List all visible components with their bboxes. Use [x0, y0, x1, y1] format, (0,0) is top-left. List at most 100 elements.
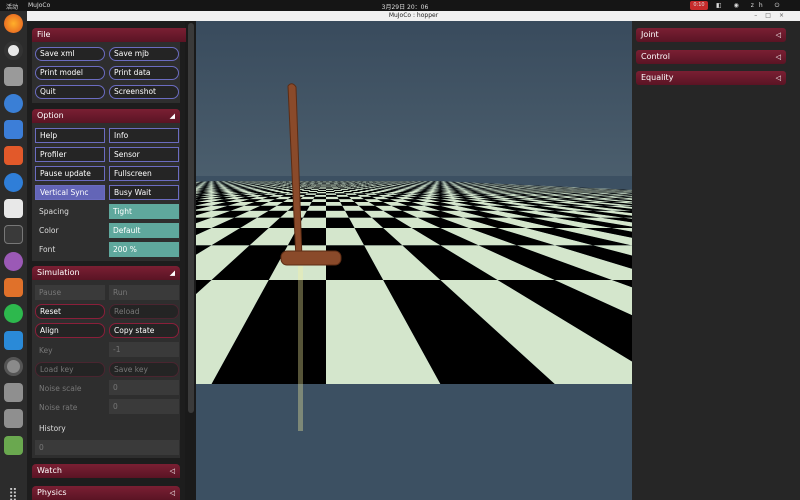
copy-state-button[interactable]: Copy state: [109, 323, 179, 338]
save-key-button[interactable]: Save key: [109, 362, 179, 377]
watch-section-title: Watch: [37, 466, 62, 475]
close-icon[interactable]: ×: [779, 12, 792, 19]
align-button[interactable]: Align: [35, 323, 105, 338]
floor-tile: [326, 189, 335, 191]
simulation-section-title: Simulation: [37, 268, 80, 277]
sensor-toggle[interactable]: Sensor: [109, 147, 179, 162]
floor-tile: [332, 188, 341, 189]
writer-icon[interactable]: [4, 120, 23, 139]
software-center-icon[interactable]: [4, 146, 23, 165]
window-title: MuJoCo : hopper: [388, 12, 439, 19]
firefox-icon[interactable]: [4, 14, 23, 33]
spacing-label: Spacing: [39, 207, 69, 216]
files-icon[interactable]: [4, 67, 23, 86]
floor-tile: [331, 185, 337, 186]
recording-indicator[interactable]: 0:10: [690, 1, 708, 10]
drive-icon[interactable]: [4, 383, 23, 402]
floor-tile: [313, 186, 320, 188]
profiler-toggle[interactable]: Profiler: [35, 147, 105, 162]
floor-tile: [342, 185, 349, 187]
font-select[interactable]: 200 %: [109, 242, 179, 257]
save-xml-button[interactable]: Save xml: [35, 47, 105, 61]
floor-tile: [310, 185, 317, 186]
floor-tile: [326, 192, 336, 194]
hopper-foot: [280, 250, 342, 266]
help-toggle[interactable]: Help: [35, 128, 105, 143]
run-button[interactable]: Run: [109, 285, 179, 300]
info-toggle[interactable]: Info: [109, 128, 179, 143]
busy-wait-toggle[interactable]: Busy Wait: [109, 185, 179, 200]
cat-app-icon[interactable]: [4, 252, 23, 271]
floor-tile: [318, 188, 326, 189]
reset-button[interactable]: Reset: [35, 304, 105, 319]
right-ui-panel: Joint ◁ Control ◁ Equality ◁: [632, 21, 800, 500]
equality-section-header[interactable]: Equality ◁: [636, 71, 786, 85]
help-icon[interactable]: [4, 173, 23, 192]
file-section-title: File: [37, 30, 51, 39]
key-slider[interactable]: -1: [109, 342, 179, 357]
clock[interactable]: 3月29日 20：06: [370, 2, 440, 11]
fullscreen-toggle[interactable]: Fullscreen: [109, 166, 179, 181]
physics-section-header[interactable]: Physics ◁: [32, 486, 180, 500]
pause-button[interactable]: Pause: [35, 285, 105, 300]
reload-button[interactable]: Reload: [109, 304, 179, 319]
save-mjb-button[interactable]: Save mjb: [109, 47, 179, 61]
floor-tile: [306, 205, 326, 211]
print-data-button[interactable]: Print data: [109, 66, 179, 80]
input-method[interactable]: zh: [751, 2, 768, 9]
window-controls[interactable]: –□×: [754, 11, 792, 21]
text-editor-icon[interactable]: [4, 199, 23, 218]
pause-update-toggle[interactable]: Pause update: [35, 166, 105, 181]
noise-scale-slider[interactable]: 0: [109, 380, 179, 395]
collapse-arrow-icon: ◁: [169, 467, 175, 475]
floor-tile: [307, 186, 315, 187]
app-menu[interactable]: MuJoCo: [28, 2, 50, 9]
floor-tile: [320, 185, 326, 186]
wechat-icon[interactable]: [4, 304, 23, 323]
load-key-button[interactable]: Load key: [35, 362, 105, 377]
simulation-section-header[interactable]: Simulation ◢: [32, 266, 180, 280]
floor-tile: [308, 185, 316, 187]
floor-tile: [320, 185, 326, 187]
layers-app-icon[interactable]: [4, 278, 23, 297]
floor-tile: [326, 194, 338, 197]
vertical-sync-toggle[interactable]: Vertical Sync: [35, 185, 105, 200]
print-model-button[interactable]: Print model: [35, 66, 105, 80]
activities-button[interactable]: 活动: [6, 2, 18, 11]
floor-tile: [340, 185, 347, 186]
terminal-icon[interactable]: [4, 225, 23, 244]
file-section-header[interactable]: File ◢: [32, 28, 208, 42]
show-apps-grid-icon[interactable]: ⣿: [5, 487, 21, 500]
rhythmbox-icon[interactable]: [4, 41, 23, 60]
spacing-select[interactable]: Tight: [109, 204, 179, 219]
color-select[interactable]: Default: [109, 223, 179, 238]
left-panel-scrollbar-thumb[interactable]: [188, 23, 194, 413]
collapse-arrow-icon: ◁: [775, 31, 781, 39]
key-label: Key: [39, 346, 53, 355]
noise-rate-slider[interactable]: 0: [109, 399, 179, 414]
screenshot-button[interactable]: Screenshot: [109, 85, 179, 99]
maximize-icon[interactable]: □: [765, 12, 779, 19]
watch-section-header[interactable]: Watch ◁: [32, 464, 180, 478]
floor-tile: [314, 186, 321, 187]
thunderbird-icon[interactable]: [4, 94, 23, 113]
quit-button[interactable]: Quit: [35, 85, 105, 99]
trash-icon[interactable]: [4, 436, 23, 455]
system-top-bar: 活动 MuJoCo 3月29日 20：06 0:10 ◧ ◉ zh ⏻: [0, 0, 800, 11]
joint-section-header[interactable]: Joint ◁: [636, 28, 786, 42]
history-label: History: [39, 424, 66, 433]
control-section-header[interactable]: Control ◁: [636, 50, 786, 64]
floor-tile: [301, 186, 309, 187]
history-slider[interactable]: 0: [35, 440, 179, 455]
vscode-icon[interactable]: [4, 331, 23, 350]
floor-tile: [310, 189, 319, 190]
3d-viewport[interactable]: [196, 21, 632, 500]
control-title: Control: [641, 52, 670, 61]
option-section-header[interactable]: Option ◢: [32, 109, 180, 123]
settings-gear-icon[interactable]: [4, 357, 23, 376]
tray-icons[interactable]: ◧ ◉ zh ⏻: [716, 2, 784, 9]
floor-tile: [326, 189, 334, 190]
system-tray[interactable]: ◧ ◉ zh ⏻: [716, 2, 784, 10]
minimize-icon[interactable]: –: [754, 12, 765, 19]
drive-icon-2[interactable]: [4, 409, 23, 428]
